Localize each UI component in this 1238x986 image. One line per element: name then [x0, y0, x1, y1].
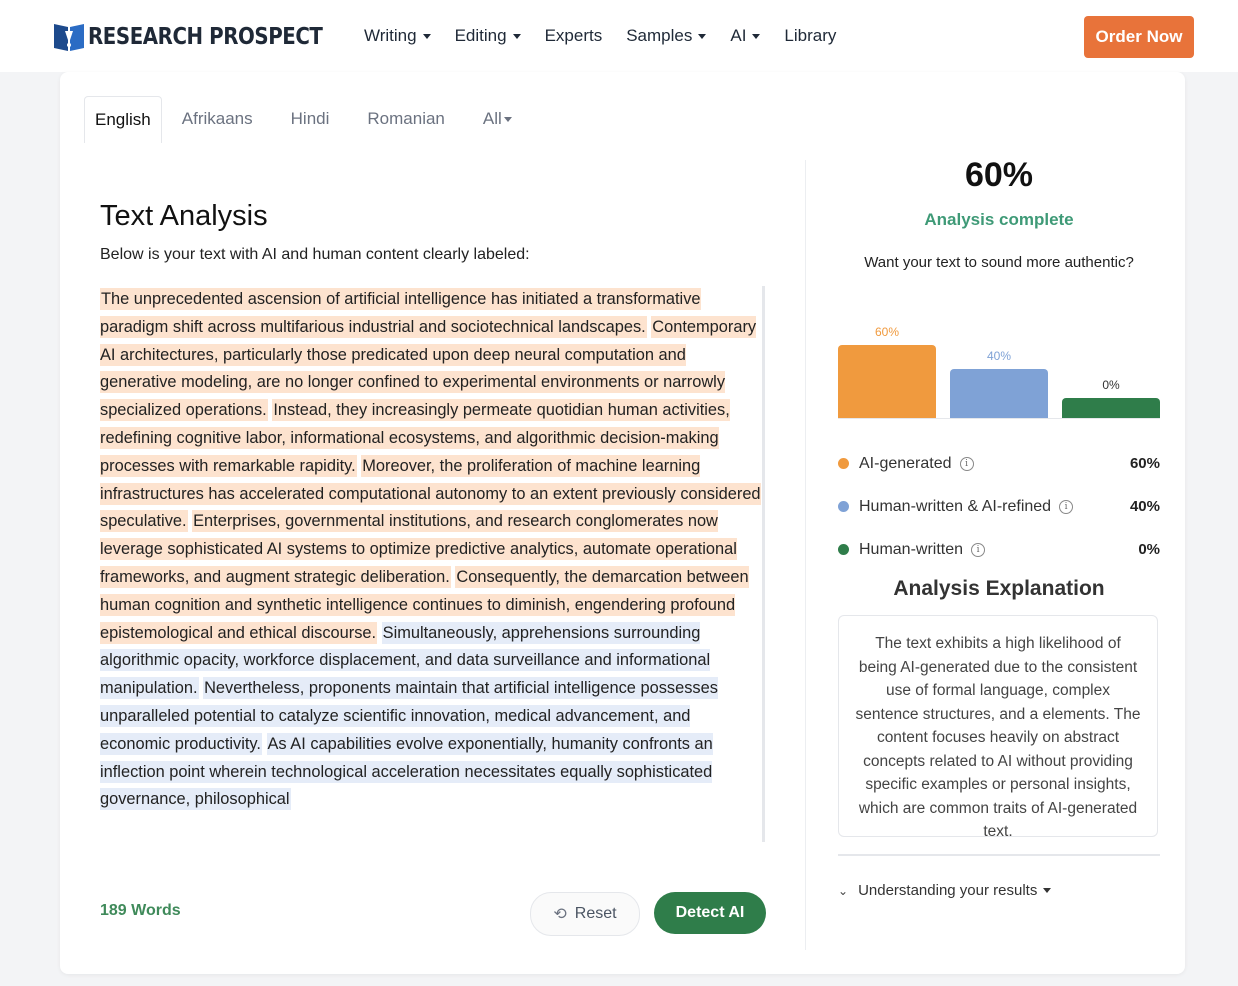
- nav-item-label: Library: [784, 26, 837, 45]
- nav-item-ai[interactable]: AI: [730, 26, 761, 46]
- tab-afrikaans[interactable]: Afrikaans: [164, 96, 271, 142]
- top-navigation-bar: RESEARCH PROSPECT Writing Editing Experts S…: [0, 0, 1238, 72]
- legend-value: 40%: [1129, 498, 1160, 515]
- tab-english[interactable]: English: [84, 96, 162, 143]
- explanation-text: The text exhibits a high likelihood of b…: [838, 615, 1158, 837]
- page-title: Text Analysis: [100, 200, 268, 232]
- analyzed-text-box[interactable]: The unprecedented ascension of artificia…: [100, 286, 762, 842]
- nav-item-experts[interactable]: Experts: [545, 26, 603, 46]
- nav-item-label: Experts: [544, 26, 603, 45]
- bar-value-label: 0%: [1102, 378, 1120, 392]
- text-scrollbar[interactable]: [762, 286, 765, 842]
- tab-all[interactable]: All: [465, 96, 530, 142]
- word-count: 189 Words: [100, 902, 181, 919]
- legend-label: Human-written: [859, 540, 964, 558]
- nav-item-writing[interactable]: Writing: [364, 26, 431, 46]
- nav-item-editing[interactable]: Editing: [455, 26, 521, 46]
- order-now-button[interactable]: Order Now: [1084, 16, 1194, 58]
- nav-item-library[interactable]: Library: [784, 26, 836, 46]
- ai-detector-card: English Afrikaans Hindi Romanian All Text An…: [60, 72, 1185, 974]
- nav-item-label: Samples: [626, 26, 693, 45]
- legend-row: Human-written i 0%: [838, 528, 1160, 571]
- language-tabs: English Afrikaans Hindi Romanian All: [84, 96, 532, 143]
- ai-score: 60%: [964, 156, 1034, 194]
- caret-down-icon: [1043, 888, 1052, 893]
- tab-label: Romanian: [367, 109, 445, 128]
- chevron-down-icon: ⌄: [838, 883, 849, 898]
- result-bar-chart: 60% 40% 0%: [838, 312, 1160, 418]
- refresh-icon: ⟲: [553, 906, 567, 923]
- tab-romanian[interactable]: Romanian: [349, 96, 463, 142]
- info-icon[interactable]: i: [1059, 499, 1074, 514]
- bar-human-written: [1062, 398, 1160, 418]
- legend-row: Human-written & AI-refined i 40%: [838, 485, 1160, 528]
- caret-down-icon: [752, 33, 761, 39]
- tab-label: All: [482, 109, 502, 128]
- chart-baseline: [838, 418, 1160, 419]
- legend-dot: [838, 458, 849, 469]
- main-nav: Writing Editing Experts Samples AI Library: [364, 26, 860, 46]
- reset-button[interactable]: ⟲ Reset: [530, 892, 640, 936]
- legend-dot: [838, 501, 849, 512]
- panel-divider: [805, 160, 806, 950]
- understanding-results-toggle[interactable]: ⌄ Understanding your results: [838, 882, 1052, 899]
- legend-value: 60%: [1129, 455, 1160, 472]
- caret-down-icon: [422, 33, 431, 39]
- legend-value: 0%: [1138, 541, 1160, 558]
- section-divider: [838, 854, 1160, 856]
- bar-ai-generated: [838, 345, 936, 418]
- bar-value-label: 60%: [874, 325, 900, 339]
- info-icon[interactable]: i: [959, 456, 974, 471]
- authenticity-prompt[interactable]: Want your text to sound more authentic?: [838, 254, 1160, 271]
- info-icon[interactable]: i: [971, 542, 986, 557]
- tab-label: English: [95, 110, 151, 129]
- nav-item-label: AI: [730, 26, 747, 45]
- explanation-title: Analysis Explanation: [893, 577, 1105, 600]
- result-legend: AI-generated i 60% Human-written & AI-refin…: [838, 442, 1160, 571]
- legend-dot: [838, 544, 849, 555]
- caret-down-icon: [503, 116, 512, 122]
- ai-text-segment: The unprecedented ascension of artificia…: [100, 288, 701, 338]
- tab-label: Hindi: [290, 109, 330, 128]
- understanding-label: Understanding your results: [858, 882, 1038, 899]
- tab-hindi[interactable]: Hindi: [273, 96, 348, 142]
- bar-value-label: 40%: [986, 349, 1012, 363]
- research-prospect-logo[interactable]: RESEARCH PROSPECT: [52, 20, 361, 54]
- logo-text: RESEARCH PROSPECT: [88, 24, 323, 50]
- legend-label: Human-written & AI-refined: [859, 497, 1052, 515]
- analysis-status: Analysis complete: [924, 210, 1074, 229]
- nav-item-label: Writing: [364, 26, 417, 45]
- logo-shield-icon: [54, 24, 84, 51]
- legend-row: AI-generated i 60%: [838, 442, 1160, 485]
- nav-item-label: Editing: [454, 26, 507, 45]
- analysis-subtitle: Below is your text with AI and human con…: [100, 246, 530, 263]
- nav-item-samples[interactable]: Samples: [626, 26, 707, 46]
- reset-label: Reset: [574, 905, 617, 922]
- caret-down-icon: [512, 33, 521, 39]
- legend-label: AI-generated: [859, 454, 952, 472]
- detect-ai-button[interactable]: Detect AI: [654, 892, 766, 934]
- tab-label: Afrikaans: [181, 109, 253, 128]
- caret-down-icon: [698, 33, 707, 39]
- bar-ai-refined: [950, 369, 1048, 418]
